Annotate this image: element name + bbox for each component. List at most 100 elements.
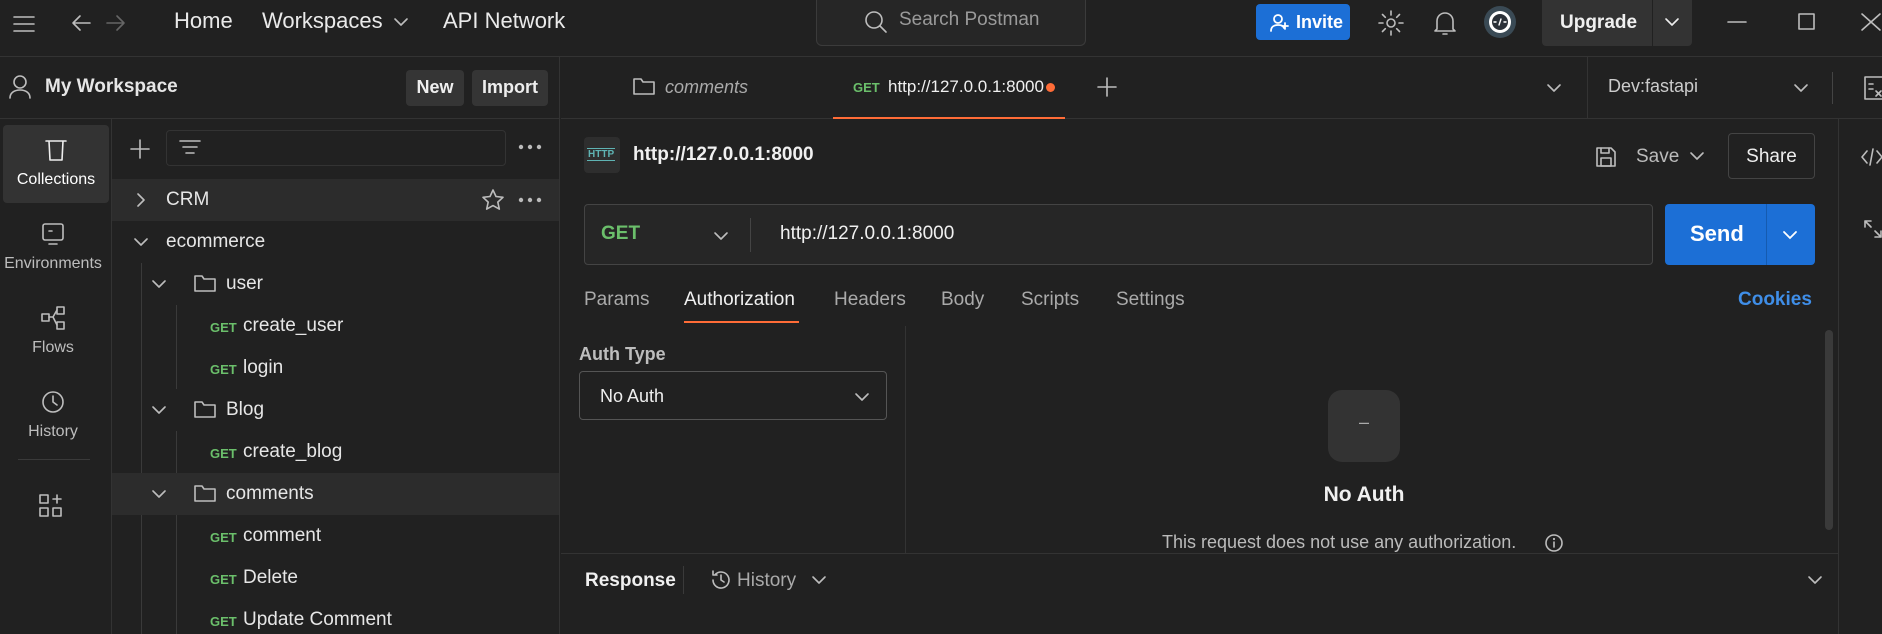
menu-icon[interactable] xyxy=(12,14,38,34)
close-window-icon[interactable] xyxy=(1860,12,1882,32)
response-label[interactable]: Response xyxy=(585,570,676,592)
chevron-down-icon[interactable] xyxy=(152,405,166,415)
upgrade-label: Upgrade xyxy=(1560,12,1638,33)
chevron-down-icon[interactable] xyxy=(393,16,409,28)
send-button[interactable]: Send xyxy=(1665,204,1815,265)
import-button[interactable]: Import xyxy=(472,70,548,106)
tab-body[interactable]: Body xyxy=(941,289,984,311)
new-button[interactable]: New xyxy=(406,70,464,106)
star-icon[interactable] xyxy=(482,189,504,211)
save-button[interactable]: Save xyxy=(1594,133,1704,179)
more-options-icon[interactable] xyxy=(518,144,542,150)
folder-row-blog[interactable]: Blog xyxy=(112,389,559,431)
folder-icon xyxy=(194,399,216,419)
nav-api-network[interactable]: API Network xyxy=(443,8,565,34)
history-chevron-down-icon[interactable] xyxy=(811,574,827,586)
upgrade-divider xyxy=(1652,0,1653,46)
search-box[interactable]: Search Postman xyxy=(816,0,1086,46)
request-row[interactable]: GET Update Comment xyxy=(112,599,559,634)
collections-icon xyxy=(45,140,67,161)
request-title[interactable]: http://127.0.0.1:8000 xyxy=(633,144,814,166)
send-options-chevron-down-icon[interactable] xyxy=(1782,229,1798,241)
filter-icon xyxy=(179,139,201,157)
tab-params[interactable]: Params xyxy=(584,289,649,311)
collection-row-crm[interactable]: CRM xyxy=(112,179,559,221)
back-arrow-icon[interactable] xyxy=(70,12,92,34)
forward-arrow-icon[interactable] xyxy=(105,12,127,34)
folder-icon xyxy=(633,76,655,96)
upgrade-chevron-down-icon[interactable] xyxy=(1664,16,1680,28)
invite-button[interactable]: Invite xyxy=(1256,4,1350,40)
chevron-down-icon[interactable] xyxy=(152,279,166,289)
folder-icon xyxy=(194,273,216,293)
rail-item-history[interactable]: History xyxy=(0,377,106,455)
share-button[interactable]: Share xyxy=(1728,133,1815,179)
response-history-label[interactable]: History xyxy=(737,570,796,592)
cookies-link[interactable]: Cookies xyxy=(1738,289,1812,311)
request-row[interactable]: GET login xyxy=(112,347,559,389)
code-icon[interactable] xyxy=(1861,147,1882,167)
request-label: Delete xyxy=(243,567,298,588)
chevron-down-icon[interactable] xyxy=(134,237,148,247)
environments-icon xyxy=(42,223,64,245)
new-tab-plus-icon[interactable] xyxy=(1097,77,1117,97)
nav-home[interactable]: Home xyxy=(174,8,233,34)
minimize-icon[interactable] xyxy=(1727,20,1747,24)
active-tab-underline xyxy=(684,321,799,323)
tab-authorization[interactable]: Authorization xyxy=(684,289,795,311)
chevron-right-icon[interactable] xyxy=(136,193,146,207)
url-input[interactable]: http://127.0.0.1:8000 xyxy=(780,223,954,245)
top-bar: Home Workspaces API Network Search Postm… xyxy=(0,0,1882,57)
scrollbar[interactable] xyxy=(1825,330,1833,530)
no-auth-description: This request does not use any authorizat… xyxy=(1162,532,1517,552)
settings-gear-icon[interactable] xyxy=(1377,9,1405,37)
info-icon[interactable] xyxy=(1544,533,1564,553)
request-row[interactable]: GET comment xyxy=(112,515,559,557)
request-row[interactable]: GET Delete xyxy=(112,557,559,599)
folder-row-comments[interactable]: comments xyxy=(112,473,559,515)
right-sidebar xyxy=(1838,119,1882,634)
http-badge-text: HTTP xyxy=(587,148,616,161)
collection-label: CRM xyxy=(166,189,210,210)
folder-row-user[interactable]: user xyxy=(112,263,559,305)
related-collections-icon[interactable] xyxy=(1863,219,1882,239)
tab-scripts[interactable]: Scripts xyxy=(1021,289,1079,311)
notifications-bell-icon[interactable] xyxy=(1432,9,1458,37)
tab-active-request[interactable]: GET http://127.0.0.1:8000 xyxy=(833,57,1065,119)
maximize-icon[interactable] xyxy=(1797,12,1817,32)
rail-item-environments[interactable]: Environments xyxy=(0,209,106,287)
save-label: Save xyxy=(1636,146,1680,167)
tab-method: GET xyxy=(853,80,880,95)
add-apps-icon[interactable] xyxy=(38,493,64,519)
url-divider xyxy=(750,218,751,252)
method-select[interactable]: GET xyxy=(601,223,640,245)
environment-quick-look-icon[interactable] xyxy=(1863,75,1882,101)
request-row[interactable]: GET create_user xyxy=(112,305,559,347)
sidebar-rail: Collections Environments Flows History xyxy=(0,119,112,634)
auth-type-select[interactable]: No Auth xyxy=(579,371,887,420)
upgrade-button[interactable]: Upgrade xyxy=(1542,0,1692,46)
more-options-icon[interactable] xyxy=(518,197,542,203)
collection-row-ecommerce[interactable]: ecommerce xyxy=(112,221,559,263)
no-auth-icon: – xyxy=(1328,390,1400,462)
workspace-name[interactable]: My Workspace xyxy=(45,76,178,98)
rail-item-flows[interactable]: Flows xyxy=(0,293,106,371)
search-icon xyxy=(863,9,889,35)
tab-label: comments xyxy=(665,77,749,97)
tabs-overflow-chevron-down-icon[interactable] xyxy=(1546,82,1562,94)
rail-item-collections[interactable]: Collections xyxy=(3,125,109,203)
collection-label: ecommerce xyxy=(166,231,266,252)
filter-input[interactable] xyxy=(166,130,506,166)
environment-selector[interactable]: Dev:fastapi xyxy=(1587,57,1833,119)
nav-workspaces[interactable]: Workspaces xyxy=(262,8,383,34)
method-chevron-down-icon[interactable] xyxy=(713,230,729,242)
avatar[interactable] xyxy=(1483,5,1517,39)
save-options-chevron-down-icon[interactable] xyxy=(1689,150,1705,162)
tab-comments[interactable]: comments xyxy=(561,57,821,119)
chevron-down-icon[interactable] xyxy=(152,489,166,499)
tab-headers[interactable]: Headers xyxy=(834,289,906,311)
expand-response-chevron-down-icon[interactable] xyxy=(1807,574,1823,586)
request-row[interactable]: GET create_blog xyxy=(112,431,559,473)
tab-settings[interactable]: Settings xyxy=(1116,289,1185,311)
add-collection-icon[interactable] xyxy=(130,139,150,159)
